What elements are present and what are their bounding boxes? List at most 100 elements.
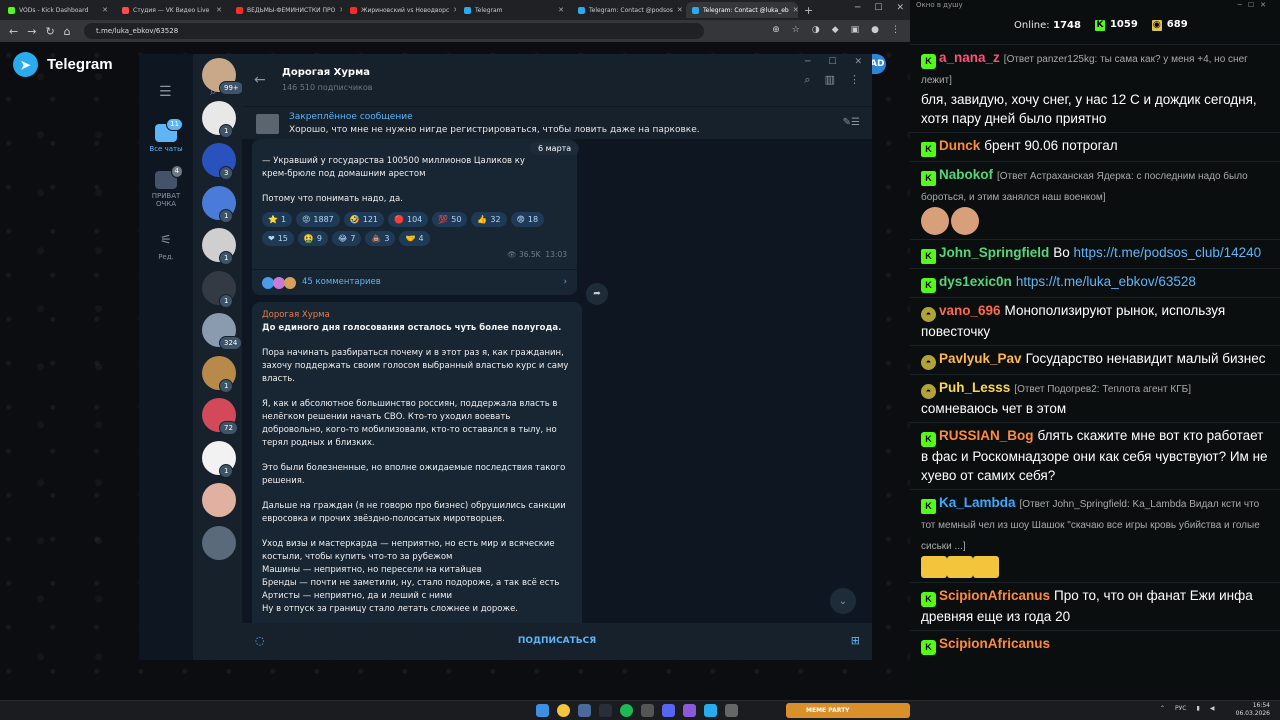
reaction-chip[interactable]: 💩 3 (365, 231, 396, 246)
folder-all-chats[interactable]: 11 Все чаты (139, 118, 193, 153)
close-icon[interactable]: ✕ (102, 6, 108, 14)
url-field[interactable]: t.me/luka_ebkov/63528 (84, 23, 704, 39)
reaction-chip[interactable]: ❤ 15 (262, 231, 294, 246)
chat-username[interactable]: John_Springfield (939, 245, 1049, 260)
reaction-chip[interactable]: 🔴 104 (388, 212, 429, 227)
more-icon[interactable]: ⋮ (849, 73, 860, 87)
back-icon[interactable]: ← (9, 25, 18, 38)
reaction-chip[interactable]: 😨 18 (510, 212, 545, 227)
close-icon[interactable]: ✕ (793, 6, 798, 14)
app-icon[interactable] (578, 704, 591, 717)
app-icon[interactable] (683, 704, 696, 717)
reaction-chip[interactable]: 💯 50 (432, 212, 468, 227)
close-icon[interactable]: ✕ (558, 6, 564, 14)
close-icon[interactable]: ✕ (677, 6, 683, 14)
reaction-count: 4 (418, 234, 424, 243)
channel-title[interactable]: Дорогая Хурма (282, 67, 370, 78)
reaction-chip[interactable]: 😡 1887 (296, 212, 340, 227)
chat-username[interactable]: a_nana_z (939, 50, 1000, 65)
app-icon[interactable] (725, 704, 738, 717)
steam-icon[interactable] (599, 704, 612, 717)
lang-indicator[interactable]: РУС (1175, 705, 1186, 712)
tab[interactable]: ВЕДЬМЫ-ФЕМИНИСТКИ ПРО✕ (230, 2, 342, 18)
hamburger-menu-icon[interactable]: ☰ (159, 84, 172, 100)
forward-icon[interactable]: → (27, 25, 36, 38)
chevron-up-icon[interactable]: ⌃ (1160, 705, 1165, 712)
chat-avatar[interactable] (202, 525, 236, 560)
chat-username[interactable]: Puh_Lesss (939, 380, 1010, 395)
tab[interactable]: Telegram ✕ (458, 2, 570, 18)
scroll-down-icon[interactable]: ⌄ (830, 588, 856, 614)
telegram-icon[interactable] (704, 704, 717, 717)
chat-username[interactable]: Ka_Lambda (939, 495, 1016, 510)
game-overlay-badge[interactable]: MEME PARTY (786, 703, 910, 718)
tab-active[interactable]: Telegram: Contact @luka_eb ✕ (686, 2, 798, 18)
share-icon[interactable]: ➦ (586, 283, 608, 305)
chat-avatar[interactable] (202, 483, 236, 517)
maximize-icon[interactable]: ☐ (874, 3, 882, 13)
home-icon[interactable]: ⌂ (64, 25, 71, 38)
close-icon[interactable]: ✕ (854, 57, 862, 67)
subscriber-count: 146 510 подписчиков (282, 83, 373, 92)
extension-icon[interactable]: ◆ (832, 25, 839, 35)
subscribe-button[interactable]: ПОДПИСАТЬСЯ (242, 623, 872, 660)
user-hat-badge-icon: ◓ (921, 355, 936, 370)
reaction-chip[interactable]: 😂 7 (331, 231, 362, 246)
chat-username[interactable]: Dunck (939, 138, 980, 153)
tab[interactable]: Студия — VK Видео Live ✕ (116, 2, 228, 18)
chat-username[interactable]: ScipionAfricanus (939, 636, 1050, 651)
folder-edit[interactable]: ⚟ Ред. (139, 232, 193, 261)
spotify-icon[interactable] (620, 704, 633, 717)
menu-icon[interactable]: ⋮ (891, 25, 900, 35)
chat-username[interactable]: ScipionAfricanus (939, 588, 1050, 603)
network-icon[interactable]: ▮ (1197, 705, 1200, 712)
close-window-icon[interactable]: ✕ (896, 3, 904, 13)
pinned-list-icon[interactable]: ✎☰ (843, 117, 860, 128)
reaction-chip[interactable]: 👍 32 (471, 212, 507, 227)
minimize-icon[interactable]: ─ (805, 57, 810, 67)
sidebar-toggle-icon[interactable]: ▥ (825, 73, 835, 87)
close-icon[interactable]: ✕ (216, 6, 222, 14)
folder-private[interactable]: 4 ПРИВАТ ОЧКА (139, 165, 193, 208)
reaction-chip[interactable]: 🤮 9 (297, 231, 328, 246)
tab[interactable]: Telegram: Contact @podsos ✕ (572, 2, 684, 18)
gift-icon[interactable]: ⊞ (851, 634, 860, 647)
pinned-message-bar[interactable]: Закреплённое сообщение Хорошо, что мне н… (242, 106, 872, 139)
chat-username[interactable]: RUSSIAN_Bog (939, 428, 1034, 443)
tab[interactable]: Жириновский vs Новодворс✕ (344, 2, 456, 18)
comments-link[interactable]: 45 комментариев › (252, 269, 577, 295)
volume-icon[interactable]: ◀ (1210, 705, 1215, 712)
discord-icon[interactable] (662, 704, 675, 717)
telegram-logo[interactable]: ➤ Telegram (13, 52, 113, 77)
close-icon[interactable]: ✕ (453, 6, 456, 14)
reload-icon[interactable]: ↻ (45, 25, 54, 38)
zoom-icon[interactable]: ⊕ (772, 25, 780, 35)
reaction-chip[interactable]: ⭐ 1 (262, 212, 293, 227)
windows-start-icon[interactable] (536, 704, 549, 717)
tab[interactable]: VODs - Kick Dashboard ✕ (2, 2, 114, 18)
back-arrow-icon[interactable]: ← (254, 72, 266, 88)
clock[interactable]: 16:54 06.03.2026 (1236, 702, 1270, 718)
chat-username[interactable]: dys1exic0n (939, 274, 1012, 289)
obs-icon[interactable] (641, 704, 654, 717)
reaction-chip[interactable]: 🤣 121 (343, 212, 385, 227)
close-icon[interactable]: ✕ (339, 6, 342, 14)
extension-icon[interactable]: ▣ (851, 25, 860, 35)
chat-link[interactable]: https://t.me/podsos_club/14240 (1074, 245, 1262, 260)
chat-username[interactable]: Pavlyuk_Pav (939, 351, 1022, 366)
reaction-chip[interactable]: 🤝 4 (399, 231, 430, 246)
star-icon[interactable]: ☆ (792, 25, 800, 35)
new-tab-icon[interactable]: + (804, 4, 813, 17)
post-author[interactable]: Дорогая Хурма (262, 309, 572, 322)
search-icon[interactable]: ⌕ (804, 73, 810, 87)
chat-link[interactable]: https://t.me/luka_ebkov/63528 (1016, 274, 1196, 289)
maximize-icon[interactable]: ☐ (828, 57, 836, 67)
minimize-icon[interactable]: ─ (855, 3, 860, 13)
post-text: — Укравший у государства 100500 миллионо… (262, 156, 525, 166)
chat-username[interactable]: vano_696 (939, 303, 1001, 318)
chat-username[interactable]: Nabokof (939, 167, 993, 182)
reaction-emoji-icon: 🤣 (349, 215, 360, 224)
profile-icon[interactable]: ● (871, 25, 879, 35)
extension-icon[interactable]: ◑ (812, 25, 820, 35)
chrome-icon[interactable] (557, 704, 570, 717)
